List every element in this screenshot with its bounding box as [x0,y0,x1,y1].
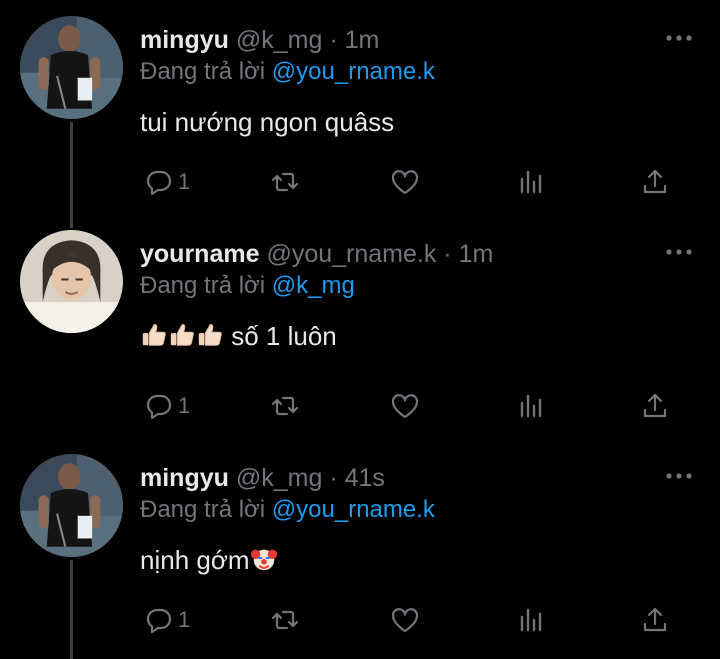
handle[interactable]: @you_rname.k [266,240,436,268]
tweet-actions: 1 [0,160,720,204]
views-icon [520,170,542,194]
clown-face-icon [250,549,277,571]
share-button[interactable] [640,384,670,428]
handle[interactable]: @k_mg [236,464,323,492]
tweet[interactable]: mingyu @k_mg · 1m Đang trả lời @you_rnam… [0,0,720,214]
mention-link[interactable]: @k_mg [272,272,355,299]
display-name[interactable]: mingyu [140,26,229,54]
thumbs-up-icon [170,324,194,346]
reply-count: 1 [178,169,191,194]
reply-prefix: Đang trả lời [140,58,266,85]
replying-to: Đang trả lời @you_rname.k [140,56,435,88]
timestamp[interactable]: 1m [345,26,380,54]
timestamp[interactable]: 41s [345,464,385,492]
reply-button[interactable]: 1 [144,598,190,642]
views-icon [520,394,542,418]
more-button[interactable] [664,242,694,262]
like-button[interactable] [390,160,420,204]
retweet-icon [271,172,299,192]
tweet-text-content: tui nướng ngon quâss [140,107,395,137]
reply-prefix: Đang trả lời [140,496,266,523]
avatar[interactable] [20,230,123,333]
avatar[interactable] [20,16,123,119]
reply-button[interactable]: 1 [144,384,190,428]
handle[interactable]: @k_mg [236,26,323,54]
tweet-text: nịnh gớm [140,542,278,578]
share-icon [643,607,667,632]
separator: · [329,464,338,492]
tweet-actions: 1 [0,598,720,642]
views-button[interactable] [516,160,546,204]
reply-icon [146,170,172,196]
like-button[interactable] [390,384,420,428]
reply-count: 1 [178,393,191,418]
replying-to: Đang trả lời @you_rname.k [140,494,435,526]
retweet-button[interactable] [270,384,300,428]
thumbs-up-icon [198,324,222,346]
more-button[interactable] [664,466,694,486]
more-icon [666,35,692,41]
more-icon [666,249,692,255]
more-button[interactable] [664,28,694,48]
separator: · [329,26,338,54]
tweet[interactable]: mingyu @k_mg · 41s Đang trả lời @you_rna… [0,438,720,659]
tweet-header: mingyu @k_mg · 1m [140,24,379,56]
retweet-icon [271,396,299,416]
display-name[interactable]: mingyu [140,464,229,492]
tweet-header: mingyu @k_mg · 41s [140,462,385,494]
retweet-button[interactable] [270,160,300,204]
retweet-icon [271,610,299,630]
tweet-header: yourname @you_rname.k · 1m [140,238,493,270]
like-icon [391,394,419,419]
tweet-text: tui nướng ngon quâss [140,104,394,140]
reply-prefix: Đang trả lời [140,272,266,299]
reply-icon [146,394,172,420]
share-button[interactable] [640,160,670,204]
like-button[interactable] [390,598,420,642]
like-icon [391,170,419,195]
share-icon [643,393,667,418]
tweet[interactable]: yourname @you_rname.k · 1m Đang trả lời … [0,214,720,436]
replying-to: Đang trả lời @k_mg [140,270,355,302]
views-icon [520,608,542,632]
mention-link[interactable]: @you_rname.k [272,58,435,85]
reply-button[interactable]: 1 [144,160,190,204]
share-button[interactable] [640,598,670,642]
timestamp[interactable]: 1m [459,240,494,268]
tweet-text: số 1 luôn [140,318,337,354]
separator: · [443,240,452,268]
views-button[interactable] [516,384,546,428]
thumbs-up-icon [142,324,166,346]
avatar[interactable] [20,454,123,557]
more-icon [666,473,692,479]
tweet-text-content: nịnh gớm [140,545,250,575]
tweet-text-content: số 1 luôn [231,321,337,351]
like-icon [391,608,419,633]
mention-link[interactable]: @you_rname.k [272,496,435,523]
display-name[interactable]: yourname [140,240,259,268]
tweet-actions: 1 [0,384,720,428]
reply-count: 1 [178,607,191,632]
retweet-button[interactable] [270,598,300,642]
views-button[interactable] [516,598,546,642]
share-icon [643,169,667,194]
reply-icon [146,608,172,634]
